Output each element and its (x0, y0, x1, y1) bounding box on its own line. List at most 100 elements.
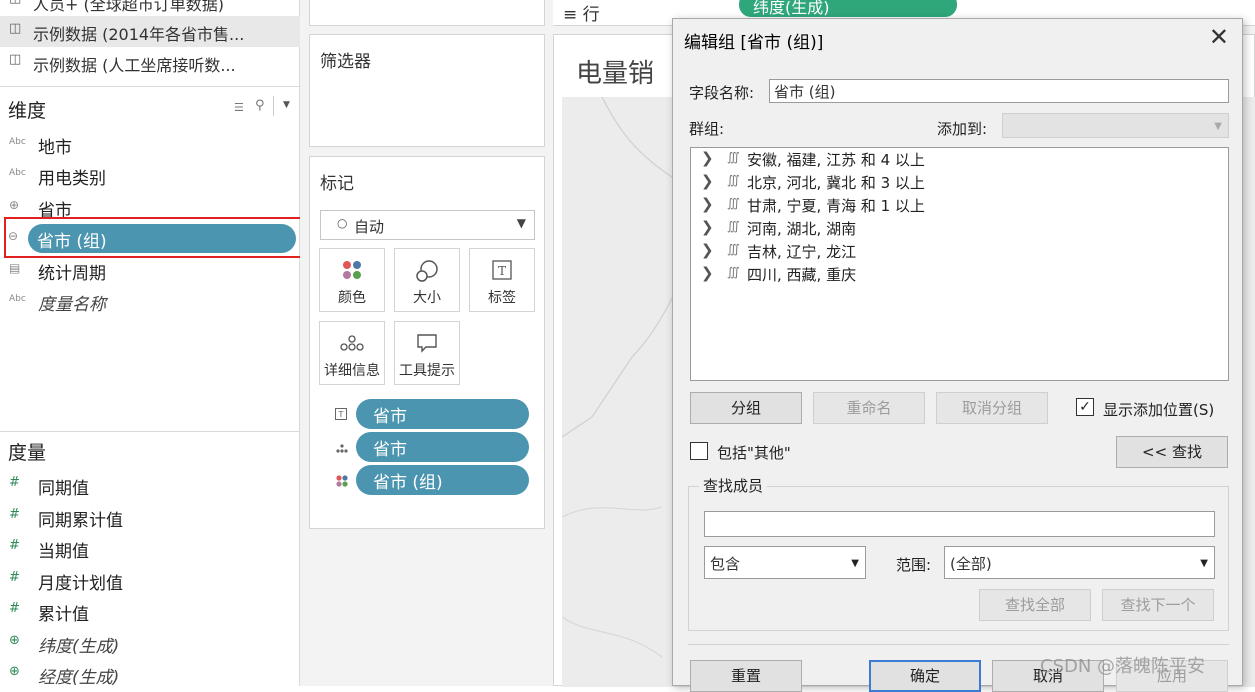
cards-column: 筛选器 标记 ○ 自动 ▼ 颜色 大小 T 标签 详细信息 工具提示 T 省市 … (300, 0, 553, 686)
number-icon: # (9, 475, 20, 490)
include-other-label: 包括"其他" (717, 444, 791, 462)
chevron-down-icon: ▼ (516, 216, 526, 230)
tree-group-item[interactable]: ❯ ∭ 甘肃, 宁夏, 青海 和 1 以上 (691, 194, 1221, 217)
abc-icon: Abc (9, 137, 26, 147)
include-other-checkbox[interactable] (690, 442, 708, 460)
datasource-item[interactable]: ◫ 人员+ (全球超市订单数据) (0, 0, 300, 17)
mark-type-dropdown[interactable]: ○ 自动 ▼ (320, 210, 535, 240)
tree-group-item[interactable]: ❯ ∭ 安徽, 福建, 江苏 和 4 以上 (691, 148, 1221, 171)
dimension-field[interactable]: Abc 度量名称 (0, 286, 300, 317)
datasource-item[interactable]: ◫ 示例数据 (人工坐席接听数... (0, 47, 300, 78)
measure-field[interactable]: ⊕ 纬度(生成) (0, 628, 300, 659)
cylinder-icon: ◫ (9, 0, 21, 6)
reset-button[interactable]: 重置 (690, 660, 802, 692)
tree-group-item[interactable]: ❯ ∭ 吉林, 辽宁, 龙江 (691, 240, 1221, 263)
tree-group-item[interactable]: ❯ ∭ 北京, 河北, 冀北 和 3 以上 (691, 171, 1221, 194)
rename-button[interactable]: 重命名 (813, 392, 925, 424)
circle-icon: ○ (337, 216, 348, 230)
field-name-input[interactable]: 省市 (组) (769, 79, 1229, 103)
find-toggle-button[interactable]: << 查找 (1116, 436, 1228, 468)
measure-field[interactable]: # 月度计划值 (0, 565, 300, 596)
show-add-location-label: 显示添加位置(S) (1103, 401, 1215, 419)
search-icon[interactable]: ⚲ (255, 98, 265, 113)
svg-text:T: T (338, 410, 344, 419)
paperclip-icon: ∭ (727, 265, 740, 279)
find-all-button[interactable]: 查找全部 (979, 589, 1091, 621)
detail-button[interactable]: 详细信息 (319, 321, 385, 385)
group-tree[interactable]: ❯ ∭ 安徽, 福建, 江苏 和 4 以上 ❯ ∭ 北京, 河北, 冀北 和 3… (690, 147, 1229, 381)
number-icon: # (9, 570, 20, 585)
close-icon[interactable]: ✕ (1209, 23, 1229, 51)
label-icon: T (335, 408, 347, 423)
chevron-down-icon: ▼ (1200, 558, 1208, 569)
chevron-right-icon[interactable]: ❯ (701, 172, 714, 190)
calendar-icon: ▤ (9, 261, 21, 275)
abc-icon: Abc (9, 168, 26, 178)
size-button[interactable]: 大小 (394, 248, 460, 312)
tree-group-item[interactable]: ❯ ∭ 四川, 西藏, 重庆 (691, 263, 1221, 286)
chevron-right-icon[interactable]: ❯ (701, 149, 714, 167)
divider (0, 431, 300, 432)
paperclip-icon: ∭ (727, 219, 740, 233)
globe-icon: ⊕ (9, 198, 20, 212)
datasource-item-selected[interactable]: ◫ 示例数据 (2014年各省市售... (0, 16, 300, 47)
measure-field[interactable]: # 累计值 (0, 596, 300, 627)
tree-group-item[interactable]: ❯ ∭ 河南, 湖北, 湖南 (691, 217, 1221, 240)
filters-card[interactable]: 筛选器 (309, 34, 545, 147)
svg-text:T: T (498, 264, 506, 278)
pages-card (309, 0, 545, 26)
measure-field[interactable]: # 同期累计值 (0, 502, 300, 533)
globe-icon: ⊕ (9, 664, 20, 679)
highlight-box (4, 217, 306, 258)
find-member-input[interactable] (704, 511, 1215, 537)
edit-group-dialog: 编辑组 [省市 (组)] ✕ 字段名称: 省市 (组) 群组: 添加到: ▼ ❯… (672, 18, 1243, 692)
globe-icon: ⊕ (9, 633, 20, 648)
group-button[interactable]: 分组 (690, 392, 802, 424)
ok-button[interactable]: 确定 (869, 660, 981, 692)
find-members-group: 查找成员 包含 ▼ 范围: (全部) ▼ 查找全部 查找下一个 (688, 475, 1229, 631)
field-name-label: 字段名称: (689, 84, 755, 102)
show-add-location-checkbox[interactable]: ✓ (1076, 398, 1094, 416)
tooltip-button[interactable]: 工具提示 (394, 321, 460, 385)
chevron-right-icon[interactable]: ❯ (701, 264, 714, 282)
dimension-field[interactable]: Abc 用电类别 (0, 160, 300, 191)
measure-field[interactable]: # 当期值 (0, 533, 300, 564)
tooltip-icon (395, 332, 459, 358)
divider (688, 644, 1229, 645)
paperclip-icon: ∭ (727, 242, 740, 256)
scope-dropdown[interactable]: (全部) ▼ (944, 546, 1215, 579)
rows-pill[interactable]: 纬度(生成) (739, 0, 957, 17)
chevron-down-icon: ▼ (851, 558, 859, 569)
color-button[interactable]: 颜色 (319, 248, 385, 312)
chevron-right-icon[interactable]: ❯ (701, 241, 714, 259)
color-icon (335, 474, 349, 491)
add-to-dropdown[interactable]: ▼ (1002, 113, 1229, 138)
dimensions-title: 维度 (8, 100, 47, 122)
ungroup-button[interactable]: 取消分组 (936, 392, 1048, 424)
groups-label: 群组: (689, 120, 725, 138)
chevron-down-icon[interactable]: ▼ (283, 100, 290, 110)
marks-pill-color[interactable]: 省市 (组) (356, 465, 529, 495)
dimension-field[interactable]: Abc 地市 (0, 129, 300, 160)
data-pane: ◫ 人员+ (全球超市订单数据) ◫ 示例数据 (2014年各省市售... ◫ … (0, 0, 306, 688)
number-icon: # (9, 538, 20, 553)
dimension-field[interactable]: ▤ 统计周期 (0, 255, 300, 286)
find-members-label: 查找成员 (699, 475, 768, 496)
paperclip-icon: ∭ (727, 173, 740, 187)
chevron-right-icon[interactable]: ❯ (701, 195, 714, 213)
marks-card: 标记 ○ 自动 ▼ 颜色 大小 T 标签 详细信息 工具提示 T 省市 省市 省… (309, 156, 545, 529)
dialog-title: 编辑组 [省市 (组)] (684, 33, 824, 53)
chevron-right-icon[interactable]: ❯ (701, 218, 714, 236)
detail-icon (335, 442, 349, 457)
match-mode-dropdown[interactable]: 包含 ▼ (704, 546, 866, 579)
size-icon (395, 259, 459, 285)
measure-field[interactable]: # 同期值 (0, 470, 300, 501)
find-next-button[interactable]: 查找下一个 (1102, 589, 1214, 621)
scope-label: 范围: (896, 556, 932, 574)
view-title: 电量销 (576, 59, 655, 89)
label-button[interactable]: T 标签 (469, 248, 535, 312)
measure-field[interactable]: ⊕ 经度(生成) (0, 659, 300, 690)
list-view-icon[interactable]: ☰ (234, 101, 244, 114)
marks-pill-label[interactable]: 省市 (356, 399, 529, 429)
marks-pill-detail[interactable]: 省市 (356, 432, 529, 462)
